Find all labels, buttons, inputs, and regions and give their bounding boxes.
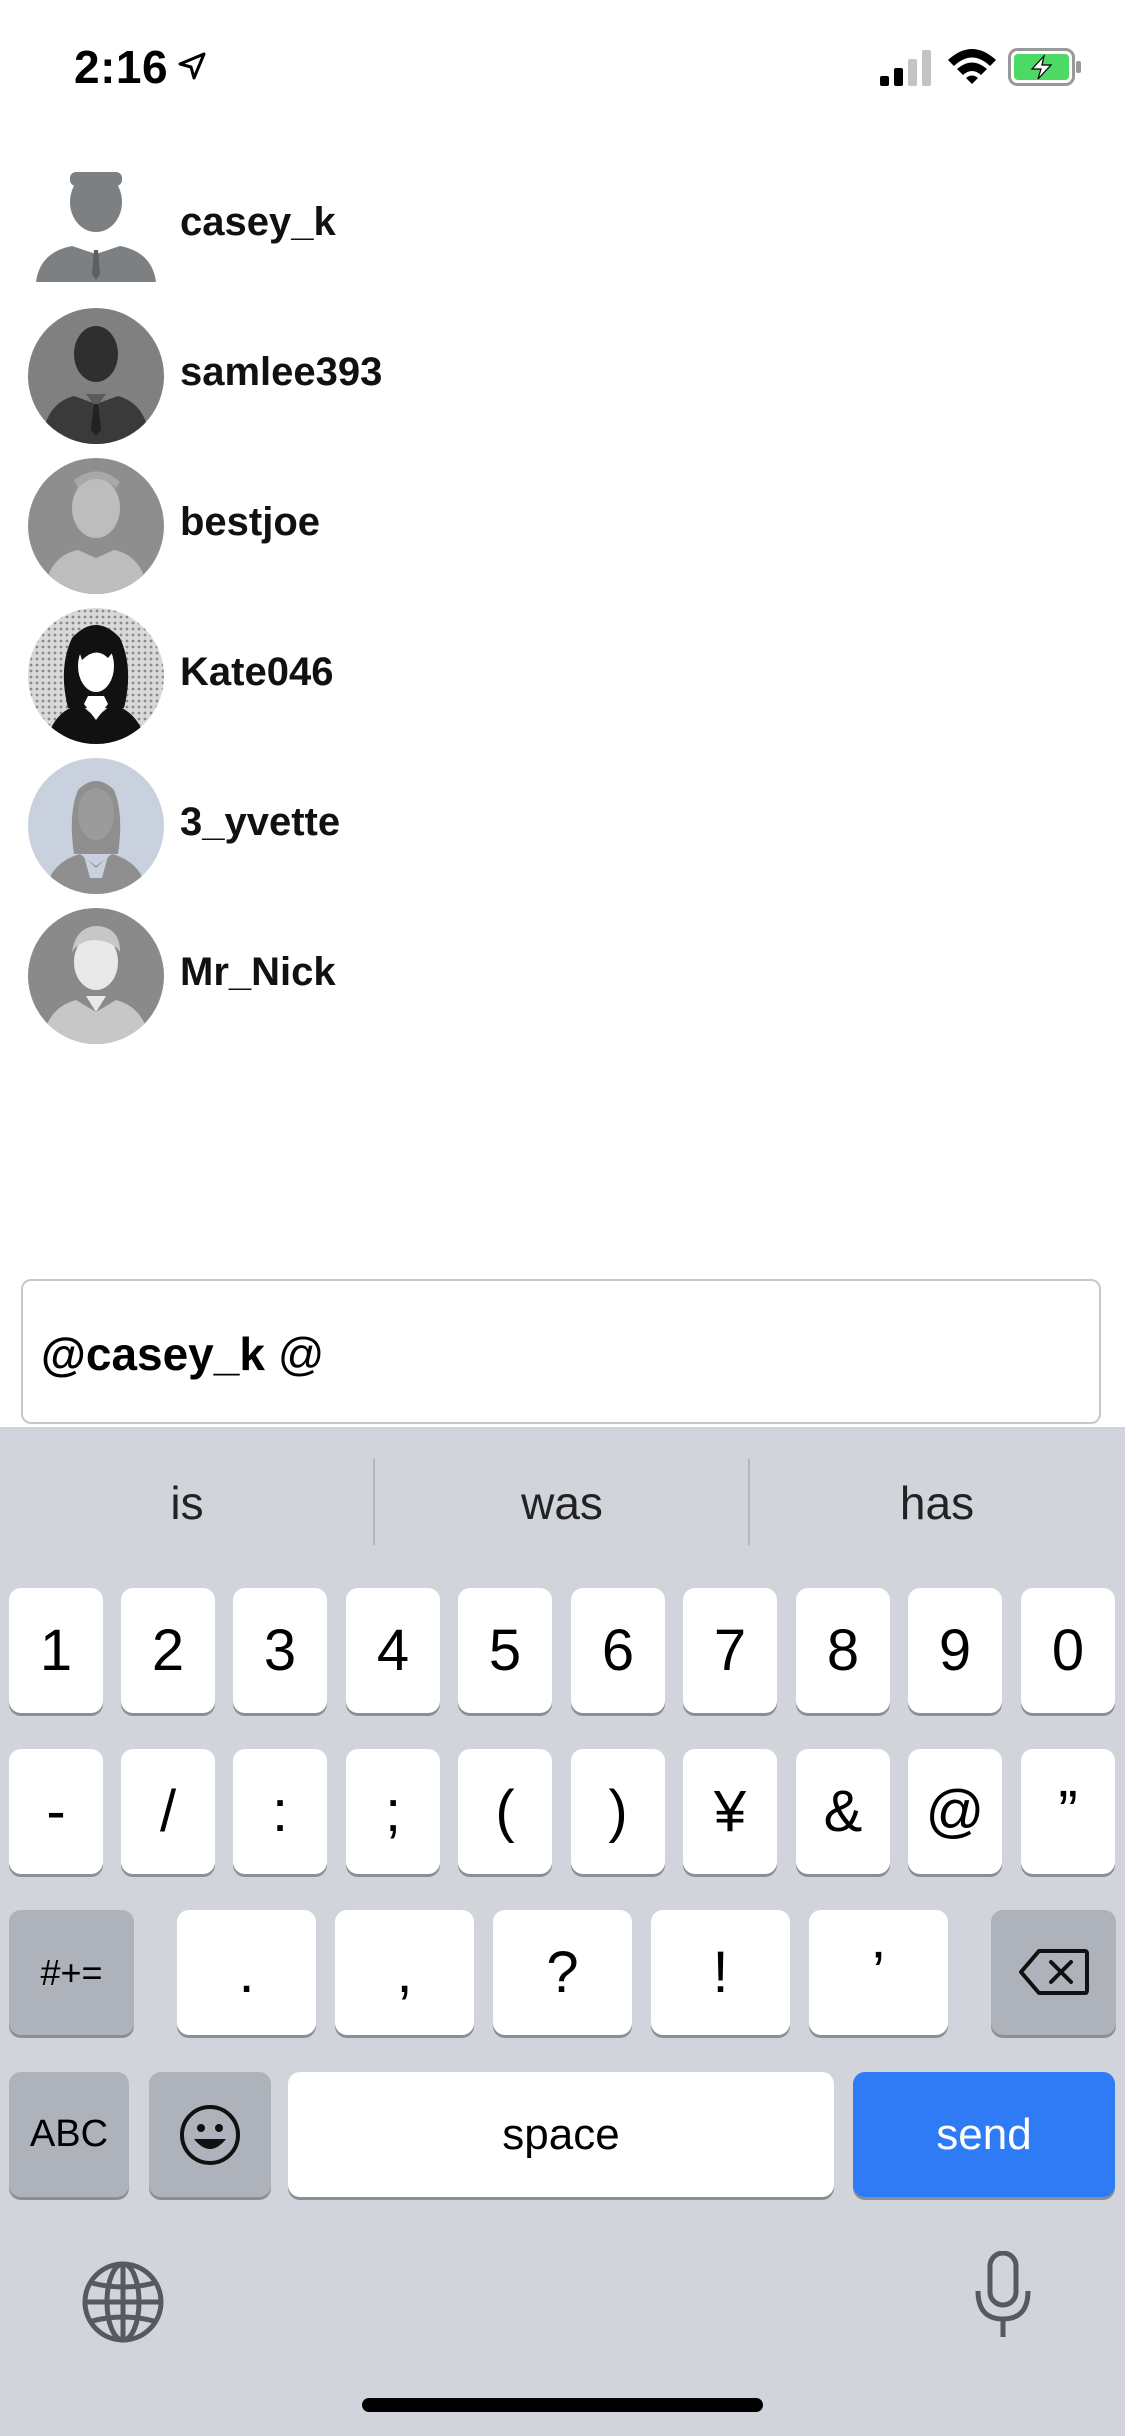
location-arrow-icon	[178, 52, 206, 80]
gray-silhouette-avatar-icon	[28, 458, 164, 594]
microphone-icon[interactable]	[973, 2251, 1033, 2341]
send-key[interactable]: send	[853, 2072, 1115, 2197]
prediction-1[interactable]: is	[0, 1427, 374, 1577]
message-input[interactable]: @casey_k @	[21, 1279, 1101, 1424]
username: samlee393	[180, 350, 383, 394]
message-input-text: @casey_k @	[41, 1327, 324, 1381]
symbol-key-row: - / : ; ( ) ¥ & @ ”	[0, 1749, 1125, 1879]
key-0[interactable]: 0	[1021, 1588, 1115, 1713]
key-7[interactable]: 7	[683, 1588, 777, 1713]
username: Kate046	[180, 650, 334, 694]
key-exclamation[interactable]: !	[651, 1910, 790, 2035]
key-semicolon[interactable]: ;	[346, 1749, 440, 1874]
user-suggestion-3-yvette[interactable]: 3_yvette	[0, 750, 1125, 900]
key-apostrophe[interactable]: ’	[809, 1910, 948, 2035]
key-5[interactable]: 5	[458, 1588, 552, 1713]
key-at[interactable]: @	[908, 1749, 1002, 1874]
cellular-signal-icon	[880, 50, 931, 86]
username: 3_yvette	[180, 800, 341, 844]
abc-key[interactable]: ABC	[9, 2072, 129, 2197]
male-suit-avatar-icon	[28, 158, 164, 294]
keyboard: is was has 1 2 3 4 5 6 7 8 9 0 - / : ; (…	[0, 1427, 1125, 2436]
user-suggestion-mr-nick[interactable]: Mr_Nick	[0, 900, 1125, 1050]
mention-token: @casey_k	[41, 1328, 265, 1380]
key-8[interactable]: 8	[796, 1588, 890, 1713]
punctuation-key-row: #+= . , ? ! ’	[0, 1910, 1125, 2040]
emoji-key[interactable]	[149, 2072, 271, 2197]
globe-icon[interactable]	[80, 2259, 166, 2345]
key-period[interactable]: .	[177, 1910, 316, 2035]
male-face-avatar-icon	[28, 908, 164, 1044]
user-suggestion-samlee393[interactable]: samlee393	[0, 300, 1125, 450]
username: bestjoe	[180, 500, 321, 544]
key-hyphen[interactable]: -	[9, 1749, 103, 1874]
key-3[interactable]: 3	[233, 1588, 327, 1713]
female-dark-hair-avatar-icon	[28, 608, 164, 744]
key-close-paren[interactable]: )	[571, 1749, 665, 1874]
wifi-icon	[948, 49, 996, 84]
number-key-row: 1 2 3 4 5 6 7 8 9 0	[0, 1588, 1125, 1718]
key-6[interactable]: 6	[571, 1588, 665, 1713]
emoji-icon	[180, 2105, 240, 2165]
female-silhouette-avatar-icon	[28, 758, 164, 894]
prediction-2[interactable]: was	[375, 1427, 749, 1577]
status-time: 2:16	[74, 41, 169, 93]
user-suggestion-kate046[interactable]: Kate046	[0, 600, 1125, 750]
key-1[interactable]: 1	[9, 1588, 103, 1713]
key-open-paren[interactable]: (	[458, 1749, 552, 1874]
key-question[interactable]: ?	[493, 1910, 632, 2035]
battery-charging-icon	[1008, 48, 1081, 86]
key-comma[interactable]: ,	[335, 1910, 474, 2035]
user-suggestion-bestjoe[interactable]: bestjoe	[0, 450, 1125, 600]
username: Mr_Nick	[180, 950, 336, 994]
space-key[interactable]: space	[288, 2072, 834, 2197]
backspace-icon	[1018, 1949, 1089, 1995]
key-slash[interactable]: /	[121, 1749, 215, 1874]
key-2[interactable]: 2	[121, 1588, 215, 1713]
bottom-key-row: ABC space send	[0, 2072, 1125, 2202]
key-4[interactable]: 4	[346, 1588, 440, 1713]
status-bar: 2:16	[0, 0, 1125, 130]
username: casey_k	[180, 200, 336, 244]
key-9[interactable]: 9	[908, 1588, 1002, 1713]
home-indicator[interactable]	[362, 2398, 763, 2412]
dark-suit-avatar-icon	[28, 308, 164, 444]
key-colon[interactable]: :	[233, 1749, 327, 1874]
key-ampersand[interactable]: &	[796, 1749, 890, 1874]
key-yen[interactable]: ¥	[683, 1749, 777, 1874]
predictive-text-bar: is was has	[0, 1427, 1125, 1577]
user-suggestion-casey-k[interactable]: casey_k	[0, 150, 1125, 300]
backspace-key[interactable]	[991, 1910, 1116, 2035]
key-quote[interactable]: ”	[1021, 1749, 1115, 1874]
prediction-3[interactable]: has	[750, 1427, 1124, 1577]
more-symbols-key[interactable]: #+=	[9, 1910, 134, 2035]
keyboard-footer	[0, 2247, 1125, 2387]
typed-text: @	[264, 1328, 325, 1380]
